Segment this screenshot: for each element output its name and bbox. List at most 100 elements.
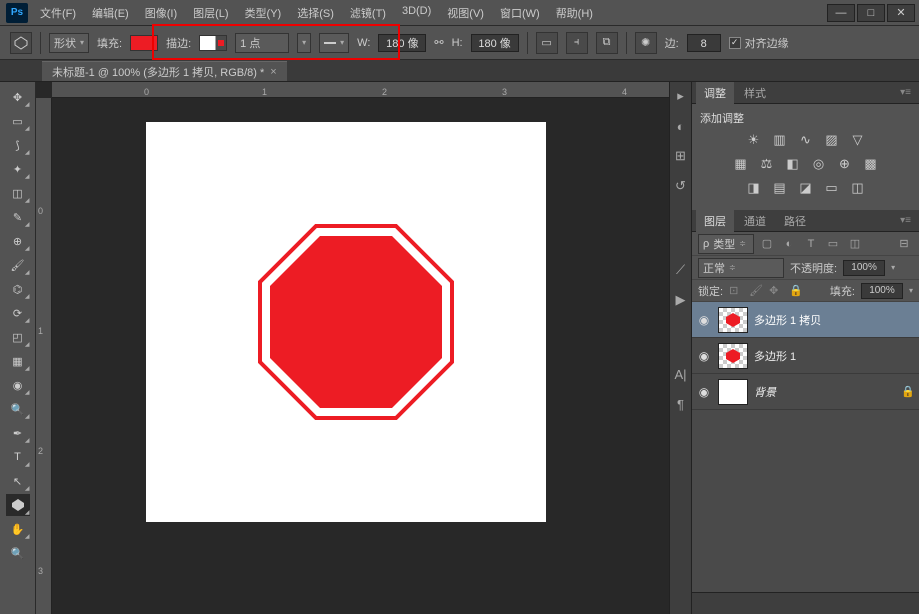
path-select-tool[interactable]: ↖◢ — [6, 470, 30, 492]
menu-type[interactable]: 类型(Y) — [239, 1, 288, 25]
polygon-shape[interactable] — [256, 222, 456, 422]
layer-thumbnail[interactable] — [718, 379, 748, 405]
color-panel-icon[interactable]: ◐ — [673, 118, 689, 134]
menu-view[interactable]: 视图(V) — [441, 1, 490, 25]
filter-adjust-icon[interactable]: ◐ — [780, 236, 798, 252]
path-arrange-icon[interactable]: ⧉ — [596, 32, 618, 54]
lasso-tool[interactable]: ⟆◢ — [6, 134, 30, 156]
layers-panel-menu-icon[interactable]: ▾≡ — [896, 215, 915, 226]
channels-tab[interactable]: 通道 — [736, 210, 774, 232]
horizontal-ruler[interactable]: 0 1 2 3 4 — [52, 82, 669, 98]
move-tool[interactable]: ✥◢ — [6, 86, 30, 108]
exposure-icon[interactable]: ▨ — [823, 132, 841, 148]
sides-input[interactable]: 8 — [687, 34, 721, 52]
layer-row[interactable]: ◉ 多边形 1 拷贝 — [692, 302, 919, 338]
channel-mixer-icon[interactable]: ⊕ — [836, 156, 854, 172]
brush-panel-icon[interactable]: ⟋ — [673, 262, 689, 278]
filter-toggle-icon[interactable]: ⊟ — [895, 236, 913, 252]
layer-name[interactable]: 多边形 1 — [754, 348, 915, 364]
history-brush-tool[interactable]: ⟳◢ — [6, 302, 30, 324]
invert-icon[interactable]: ◨ — [745, 180, 763, 196]
dodge-tool[interactable]: 🔍◢ — [6, 398, 30, 420]
width-input[interactable]: 180 像 — [378, 34, 426, 52]
hand-tool[interactable]: ✋◢ — [6, 518, 30, 540]
posterize-icon[interactable]: ▤ — [771, 180, 789, 196]
dock-expand-icon[interactable]: ▸ — [673, 88, 689, 104]
threshold-icon[interactable]: ◪ — [797, 180, 815, 196]
eyedropper-tool[interactable]: ✎◢ — [6, 206, 30, 228]
layer-filter-dropdown[interactable]: ρ 类型 ≑ — [698, 234, 754, 254]
stamp-tool[interactable]: ⌬◢ — [6, 278, 30, 300]
history-panel-icon[interactable]: ↺ — [673, 178, 689, 194]
magic-wand-tool[interactable]: ✦◢ — [6, 158, 30, 180]
opacity-input[interactable]: 100% — [843, 260, 885, 276]
layer-row[interactable]: ◉ 多边形 1 — [692, 338, 919, 374]
gradient-tool[interactable]: ▦◢ — [6, 350, 30, 372]
maximize-button[interactable]: □ — [857, 4, 885, 22]
layer-thumbnail[interactable] — [718, 343, 748, 369]
vibrance-icon[interactable]: ▽ — [849, 132, 867, 148]
visibility-icon[interactable]: ◉ — [696, 313, 712, 327]
document-canvas[interactable] — [146, 122, 546, 522]
menu-select[interactable]: 选择(S) — [291, 1, 340, 25]
layers-tab[interactable]: 图层 — [696, 210, 734, 232]
menu-filter[interactable]: 滤镜(T) — [344, 1, 392, 25]
document-tab[interactable]: 未标题-1 @ 100% (多边形 1 拷贝, RGB/8) * × — [42, 61, 287, 81]
fill-swatch[interactable] — [130, 35, 158, 51]
curves-icon[interactable]: ∿ — [797, 132, 815, 148]
filter-type-icon[interactable]: T — [802, 236, 820, 252]
polygon-tool[interactable]: ◢ — [6, 494, 30, 516]
menu-help[interactable]: 帮助(H) — [550, 1, 599, 25]
bw-icon[interactable]: ◧ — [784, 156, 802, 172]
actions-panel-icon[interactable]: ▶ — [673, 292, 689, 308]
paths-tab[interactable]: 路径 — [776, 210, 814, 232]
lock-position-icon[interactable]: ✥ — [769, 284, 783, 298]
brightness-icon[interactable]: ☀ — [745, 132, 763, 148]
type-tool[interactable]: T◢ — [6, 446, 30, 468]
marquee-tool[interactable]: ▭◢ — [6, 110, 30, 132]
pen-tool[interactable]: ✒◢ — [6, 422, 30, 444]
healing-tool[interactable]: ⊕◢ — [6, 230, 30, 252]
canvas-area[interactable]: 0 1 2 3 4 0 1 2 3 — [36, 82, 669, 614]
filter-pixel-icon[interactable]: ▢ — [758, 236, 776, 252]
shape-mode-dropdown[interactable]: 形状 ▾ — [49, 33, 89, 53]
levels-icon[interactable]: ▥ — [771, 132, 789, 148]
swatches-panel-icon[interactable]: ⊞ — [673, 148, 689, 164]
stroke-weight-arrow[interactable]: ▾ — [297, 33, 311, 53]
tool-preset-icon[interactable] — [10, 32, 32, 54]
menu-file[interactable]: 文件(F) — [34, 1, 82, 25]
layer-row[interactable]: ◉ 背景 🔒 — [692, 374, 919, 410]
stroke-weight-dropdown[interactable]: 1 点 — [235, 33, 289, 53]
lock-all-icon[interactable]: 🔒 — [789, 284, 803, 298]
menu-edit[interactable]: 编辑(E) — [86, 1, 135, 25]
link-wh-icon[interactable]: ⚯ — [434, 36, 443, 49]
filter-smart-icon[interactable]: ◫ — [846, 236, 864, 252]
selective-color-icon[interactable]: ◫ — [849, 180, 867, 196]
balance-icon[interactable]: ⚖ — [758, 156, 776, 172]
close-button[interactable]: ✕ — [887, 4, 915, 22]
brush-tool[interactable]: 🖌◢ — [6, 254, 30, 276]
menu-window[interactable]: 窗口(W) — [494, 1, 546, 25]
align-edges-checkbox[interactable]: ✓ 对齐边缘 — [729, 35, 789, 51]
stroke-style-dropdown[interactable]: ▾ — [319, 33, 349, 53]
gear-icon[interactable]: ✺ — [635, 32, 657, 54]
menu-3d[interactable]: 3D(D) — [396, 1, 437, 25]
lock-pixels-icon[interactable]: 🖌 — [749, 284, 763, 298]
paragraph-panel-icon[interactable]: ¶ — [673, 396, 689, 412]
eraser-tool[interactable]: ◰◢ — [6, 326, 30, 348]
blend-mode-dropdown[interactable]: 正常≑ — [698, 258, 784, 278]
layer-thumbnail[interactable] — [718, 307, 748, 333]
layer-name[interactable]: 背景 — [754, 384, 895, 400]
height-input[interactable]: 180 像 — [471, 34, 519, 52]
photo-filter-icon[interactable]: ◎ — [810, 156, 828, 172]
stroke-swatch[interactable] — [199, 35, 227, 51]
menu-layer[interactable]: 图层(L) — [187, 1, 234, 25]
path-ops-icon[interactable]: ▭ — [536, 32, 558, 54]
vertical-ruler[interactable]: 0 1 2 3 — [36, 98, 52, 614]
path-align-icon[interactable]: ⫞ — [566, 32, 588, 54]
blur-tool[interactable]: ◉◢ — [6, 374, 30, 396]
lookup-icon[interactable]: ▩ — [862, 156, 880, 172]
filter-shape-icon[interactable]: ▭ — [824, 236, 842, 252]
menu-image[interactable]: 图像(I) — [139, 1, 183, 25]
visibility-icon[interactable]: ◉ — [696, 385, 712, 399]
